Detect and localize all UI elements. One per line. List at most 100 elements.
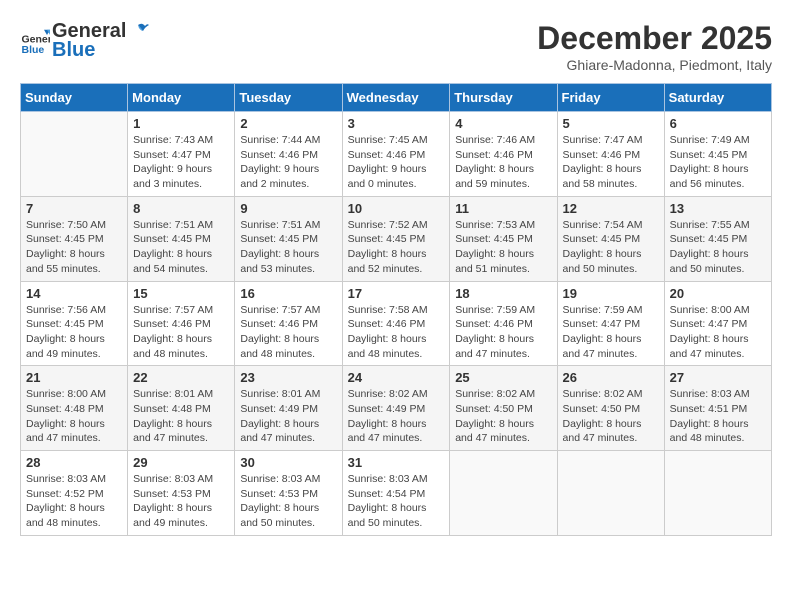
day-info: Sunrise: 8:03 AM Sunset: 4:54 PM Dayligh… [348, 472, 445, 531]
day-number: 30 [240, 455, 336, 470]
day-info: Sunrise: 7:57 AM Sunset: 4:46 PM Dayligh… [240, 303, 336, 362]
day-info: Sunrise: 7:49 AM Sunset: 4:45 PM Dayligh… [670, 133, 766, 192]
day-number: 16 [240, 286, 336, 301]
day-number: 31 [348, 455, 445, 470]
calendar-cell: 4Sunrise: 7:46 AM Sunset: 4:46 PM Daylig… [450, 112, 557, 197]
calendar-cell: 17Sunrise: 7:58 AM Sunset: 4:46 PM Dayli… [342, 281, 450, 366]
month-title: December 2025 [537, 20, 772, 57]
calendar-cell: 23 Sunrise: 8:01 AM Sunset: 4:49 PM Dayli… [235, 366, 342, 451]
weekday-header-sunday: Sunday [21, 84, 128, 112]
calendar-cell: 13 Sunrise: 7:55 AM Sunset: 4:45 PM Dayli… [664, 196, 771, 281]
day-number: 10 [348, 201, 445, 216]
location-text: Ghiare-Madonna, Piedmont, Italy [537, 57, 772, 73]
day-number: 18 [455, 286, 551, 301]
calendar-cell: 25 Sunrise: 8:02 AM Sunset: 4:50 PM Dayli… [450, 366, 557, 451]
calendar-cell: 5 Sunrise: 7:47 AM Sunset: 4:46 PM Daylig… [557, 112, 664, 197]
day-info: Sunrise: 7:43 AM Sunset: 4:47 PM Dayligh… [133, 133, 229, 192]
weekday-header-tuesday: Tuesday [235, 84, 342, 112]
day-info: Sunrise: 7:53 AM Sunset: 4:45 PM Dayligh… [455, 218, 551, 277]
day-info: Sunrise: 8:02 AM Sunset: 4:50 PM Dayligh… [455, 387, 551, 446]
day-info: Sunrise: 7:45 AM Sunset: 4:46 PM Dayligh… [348, 133, 445, 192]
day-number: 19 [563, 286, 659, 301]
day-number: 15 [133, 286, 229, 301]
week-row-4: 21 Sunrise: 8:00 AM Sunset: 4:48 PM Dayli… [21, 366, 772, 451]
day-info: Sunrise: 7:55 AM Sunset: 4:45 PM Dayligh… [670, 218, 766, 277]
day-number: 21 [26, 370, 122, 385]
day-number: 27 [670, 370, 766, 385]
week-row-5: 28 Sunrise: 8:03 AM Sunset: 4:52 PM Dayli… [21, 451, 772, 536]
day-number: 22 [133, 370, 229, 385]
calendar-cell: 29 Sunrise: 8:03 AM Sunset: 4:53 PM Dayli… [128, 451, 235, 536]
day-number: 26 [563, 370, 659, 385]
calendar-cell: 14 Sunrise: 7:56 AM Sunset: 4:45 PM Dayli… [21, 281, 128, 366]
calendar-cell: 6 Sunrise: 7:49 AM Sunset: 4:45 PM Daylig… [664, 112, 771, 197]
calendar-cell: 1 Sunrise: 7:43 AM Sunset: 4:47 PM Daylig… [128, 112, 235, 197]
calendar-cell: 24 Sunrise: 8:02 AM Sunset: 4:49 PM Dayli… [342, 366, 450, 451]
day-number: 3 [348, 116, 445, 131]
weekday-header-wednesday: Wednesday [342, 84, 450, 112]
calendar-cell: 26 Sunrise: 8:02 AM Sunset: 4:50 PM Dayli… [557, 366, 664, 451]
day-info: Sunrise: 8:00 AM Sunset: 4:48 PM Dayligh… [26, 387, 122, 446]
logo: General Blue General Blue [20, 20, 150, 62]
calendar-cell: 22 Sunrise: 8:01 AM Sunset: 4:48 PM Dayli… [128, 366, 235, 451]
calendar-cell: 15 Sunrise: 7:57 AM Sunset: 4:46 PM Dayli… [128, 281, 235, 366]
day-number: 1 [133, 116, 229, 131]
calendar-cell: 20Sunrise: 8:00 AM Sunset: 4:47 PM Dayli… [664, 281, 771, 366]
day-number: 24 [348, 370, 445, 385]
day-info: Sunrise: 7:57 AM Sunset: 4:46 PM Dayligh… [133, 303, 229, 362]
day-number: 29 [133, 455, 229, 470]
day-number: 13 [670, 201, 766, 216]
calendar-cell: 31 Sunrise: 8:03 AM Sunset: 4:54 PM Dayli… [342, 451, 450, 536]
day-info: Sunrise: 8:01 AM Sunset: 4:48 PM Dayligh… [133, 387, 229, 446]
week-row-2: 7Sunrise: 7:50 AM Sunset: 4:45 PM Daylig… [21, 196, 772, 281]
day-number: 28 [26, 455, 122, 470]
day-info: Sunrise: 7:56 AM Sunset: 4:45 PM Dayligh… [26, 303, 122, 362]
calendar-cell: 2Sunrise: 7:44 AM Sunset: 4:46 PM Daylig… [235, 112, 342, 197]
calendar-cell: 10 Sunrise: 7:52 AM Sunset: 4:45 PM Dayli… [342, 196, 450, 281]
calendar-table: SundayMondayTuesdayWednesdayThursdayFrid… [20, 83, 772, 536]
day-info: Sunrise: 8:03 AM Sunset: 4:51 PM Dayligh… [670, 387, 766, 446]
calendar-cell: 8Sunrise: 7:51 AM Sunset: 4:45 PM Daylig… [128, 196, 235, 281]
calendar-cell: 7Sunrise: 7:50 AM Sunset: 4:45 PM Daylig… [21, 196, 128, 281]
day-info: Sunrise: 7:50 AM Sunset: 4:45 PM Dayligh… [26, 218, 122, 277]
calendar-cell: 11Sunrise: 7:53 AM Sunset: 4:45 PM Dayli… [450, 196, 557, 281]
title-block: December 2025 Ghiare-Madonna, Piedmont, … [537, 20, 772, 73]
day-info: Sunrise: 7:46 AM Sunset: 4:46 PM Dayligh… [455, 133, 551, 192]
day-number: 25 [455, 370, 551, 385]
day-number: 5 [563, 116, 659, 131]
week-row-3: 14 Sunrise: 7:56 AM Sunset: 4:45 PM Dayli… [21, 281, 772, 366]
day-info: Sunrise: 7:52 AM Sunset: 4:45 PM Dayligh… [348, 218, 445, 277]
calendar-cell: 9Sunrise: 7:51 AM Sunset: 4:45 PM Daylig… [235, 196, 342, 281]
day-info: Sunrise: 8:01 AM Sunset: 4:49 PM Dayligh… [240, 387, 336, 446]
day-info: Sunrise: 8:02 AM Sunset: 4:49 PM Dayligh… [348, 387, 445, 446]
calendar-cell [664, 451, 771, 536]
weekday-header-thursday: Thursday [450, 84, 557, 112]
weekday-header-row: SundayMondayTuesdayWednesdayThursdayFrid… [21, 84, 772, 112]
weekday-header-saturday: Saturday [664, 84, 771, 112]
calendar-cell: 19Sunrise: 7:59 AM Sunset: 4:47 PM Dayli… [557, 281, 664, 366]
calendar-cell: 30 Sunrise: 8:03 AM Sunset: 4:53 PM Dayli… [235, 451, 342, 536]
week-row-1: 1 Sunrise: 7:43 AM Sunset: 4:47 PM Daylig… [21, 112, 772, 197]
day-number: 8 [133, 201, 229, 216]
calendar-cell [450, 451, 557, 536]
day-info: Sunrise: 7:54 AM Sunset: 4:45 PM Dayligh… [563, 218, 659, 277]
day-info: Sunrise: 7:47 AM Sunset: 4:46 PM Dayligh… [563, 133, 659, 192]
day-info: Sunrise: 8:03 AM Sunset: 4:52 PM Dayligh… [26, 472, 122, 531]
day-number: 20 [670, 286, 766, 301]
weekday-header-friday: Friday [557, 84, 664, 112]
logo-bird-icon [127, 21, 149, 43]
day-number: 9 [240, 201, 336, 216]
day-info: Sunrise: 8:03 AM Sunset: 4:53 PM Dayligh… [133, 472, 229, 531]
day-info: Sunrise: 8:03 AM Sunset: 4:53 PM Dayligh… [240, 472, 336, 531]
day-info: Sunrise: 8:02 AM Sunset: 4:50 PM Dayligh… [563, 387, 659, 446]
page-header: General Blue General Blue December 2025 … [20, 20, 772, 73]
day-number: 23 [240, 370, 336, 385]
calendar-cell [21, 112, 128, 197]
calendar-cell: 21 Sunrise: 8:00 AM Sunset: 4:48 PM Dayli… [21, 366, 128, 451]
day-number: 14 [26, 286, 122, 301]
day-number: 12 [563, 201, 659, 216]
day-number: 6 [670, 116, 766, 131]
weekday-header-monday: Monday [128, 84, 235, 112]
day-info: Sunrise: 7:58 AM Sunset: 4:46 PM Dayligh… [348, 303, 445, 362]
calendar-cell: 18Sunrise: 7:59 AM Sunset: 4:46 PM Dayli… [450, 281, 557, 366]
